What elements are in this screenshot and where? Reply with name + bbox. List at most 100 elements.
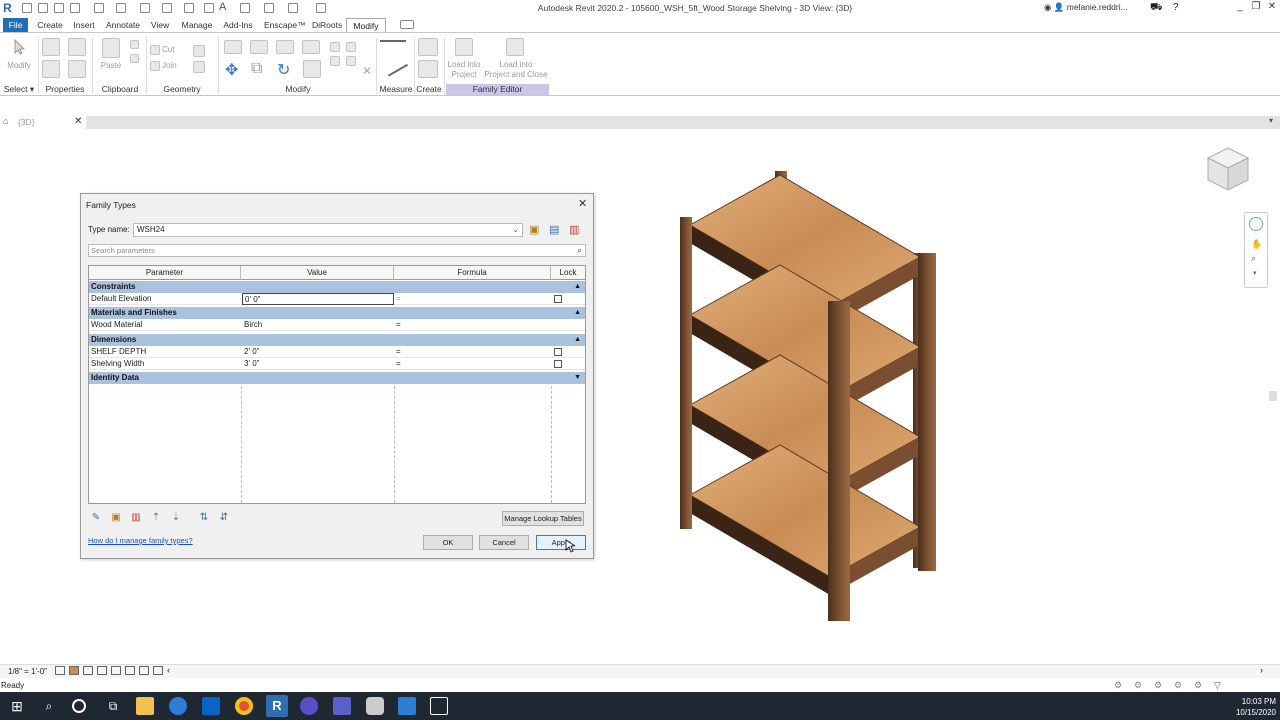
- modify-button-label[interactable]: Modify: [4, 61, 34, 70]
- reveal-hidden-icon[interactable]: [153, 666, 163, 675]
- close-window-button[interactable]: ✕: [1260, 1, 1280, 15]
- group-materials-finishes[interactable]: Materials and Finishes ▲: [89, 307, 585, 319]
- file-explorer-icon[interactable]: [136, 697, 154, 715]
- open-icon[interactable]: [22, 3, 32, 13]
- mirror-draw-icon[interactable]: [302, 40, 320, 54]
- formula-default-elevation[interactable]: =: [394, 293, 550, 305]
- tab-add-ins[interactable]: Add-Ins: [223, 18, 253, 32]
- switch-windows-icon[interactable]: [316, 3, 326, 13]
- undo-icon[interactable]: [94, 3, 104, 13]
- zoom-icon[interactable]: ⌕: [1251, 253, 1256, 264]
- create-group-icon[interactable]: [418, 60, 438, 78]
- collapse-icon[interactable]: ▲: [574, 334, 581, 346]
- copy-element-icon[interactable]: ⧉: [251, 60, 269, 78]
- modify-cursor-icon[interactable]: [9, 38, 27, 56]
- save-icon[interactable]: [54, 3, 64, 13]
- load-into-project-close-label[interactable]: Load into Project and Close: [482, 60, 550, 80]
- search-parameters-input[interactable]: Search parameters ⌕: [88, 244, 586, 257]
- collapse-icon[interactable]: ▲: [574, 281, 581, 293]
- expand-icon[interactable]: ▼: [574, 372, 581, 384]
- type-properties-icon[interactable]: [42, 60, 60, 78]
- cortana-icon[interactable]: [72, 699, 86, 713]
- 3d-view-icon[interactable]: [240, 3, 250, 13]
- header-lock[interactable]: Lock: [551, 266, 585, 280]
- tab-diroots[interactable]: DiRoots: [312, 18, 342, 32]
- revit-taskbar-icon[interactable]: R: [266, 695, 288, 717]
- ok-button[interactable]: OK: [423, 535, 473, 550]
- navigation-bar[interactable]: ✋ ⌕ ▾: [1244, 212, 1268, 288]
- scroll-left-icon[interactable]: ‹: [167, 665, 170, 675]
- user-area[interactable]: ◉ 👤 melanie.reddri...: [1044, 2, 1128, 16]
- split-icon[interactable]: [330, 42, 340, 52]
- task-view-icon[interactable]: ⧉: [104, 697, 122, 715]
- array-icon[interactable]: [346, 42, 356, 52]
- help-icon[interactable]: ?: [1173, 2, 1179, 13]
- tab-modify[interactable]: Modify: [346, 18, 386, 32]
- section-icon[interactable]: [264, 3, 274, 13]
- formula-shelf-depth[interactable]: =: [394, 346, 550, 358]
- group-constraints[interactable]: Constraints ▲: [89, 281, 585, 293]
- offset-icon[interactable]: [250, 40, 268, 54]
- vertical-scrollbar[interactable]: [1269, 391, 1277, 401]
- align-icon[interactable]: [224, 40, 242, 54]
- value-default-elevation[interactable]: 0' 0": [242, 293, 394, 305]
- windows-start-icon[interactable]: ⊞: [8, 697, 26, 715]
- header-formula[interactable]: Formula: [394, 266, 551, 280]
- family-types-icon[interactable]: [68, 38, 86, 56]
- delete-parameter-icon[interactable]: ▥: [129, 512, 143, 526]
- lock-checkbox[interactable]: [554, 295, 562, 303]
- load-into-project-close-icon[interactable]: [506, 38, 524, 56]
- scroll-right-icon[interactable]: ›: [1260, 665, 1263, 675]
- edit-parameter-icon[interactable]: ✎: [89, 512, 103, 526]
- dialog-close-icon[interactable]: ✕: [578, 197, 587, 210]
- split-face-icon[interactable]: [193, 61, 205, 73]
- pan-icon[interactable]: ✋: [1251, 239, 1262, 250]
- lock-checkbox[interactable]: [554, 348, 562, 356]
- match-icon[interactable]: [130, 54, 139, 63]
- scale-selector[interactable]: 1/8" = 1'-0": [8, 667, 47, 676]
- type-name-select[interactable]: WSH24 ⌄: [133, 223, 523, 237]
- tab-enscape[interactable]: Enscape™: [264, 18, 306, 32]
- dimension-icon[interactable]: [184, 3, 194, 13]
- design-options-icon[interactable]: ⚙: [1134, 680, 1142, 691]
- cut-geometry-icon[interactable]: [150, 45, 160, 55]
- visual-style-icon[interactable]: [69, 666, 79, 675]
- tab-create[interactable]: Create: [36, 18, 64, 32]
- temporary-hide-icon[interactable]: [139, 666, 149, 675]
- new-type-icon[interactable]: ▣: [529, 223, 543, 237]
- tag-icon[interactable]: [204, 3, 214, 13]
- paste-icon[interactable]: [102, 38, 120, 58]
- select-pinned-icon[interactable]: ⚙: [1194, 680, 1202, 691]
- table-row[interactable]: Wood Material Birch =: [89, 319, 585, 331]
- trim-extend-icon[interactable]: [303, 60, 321, 78]
- open-file-icon[interactable]: [38, 3, 48, 13]
- paste-label[interactable]: Paste: [97, 61, 125, 70]
- pin-icon[interactable]: [346, 56, 356, 66]
- lock-checkbox[interactable]: [554, 360, 562, 368]
- taskbar-search-icon[interactable]: ⌕: [40, 697, 58, 715]
- webex-icon[interactable]: [300, 697, 318, 715]
- collapse-icon[interactable]: ▲: [574, 307, 581, 319]
- search-icon[interactable]: ⌕: [577, 245, 582, 256]
- new-parameter-icon[interactable]: ▣: [109, 512, 123, 526]
- formula-wood-material[interactable]: =: [394, 319, 550, 331]
- text-icon[interactable]: A: [219, 1, 226, 13]
- wall-join-icon[interactable]: [193, 45, 205, 57]
- delete-icon[interactable]: ✕: [362, 64, 372, 78]
- rename-type-icon[interactable]: ▤: [549, 223, 563, 237]
- select-links-icon[interactable]: ⚙: [1154, 680, 1162, 691]
- header-parameter[interactable]: Parameter: [89, 266, 241, 280]
- scale-icon[interactable]: [330, 56, 340, 66]
- rotate-icon[interactable]: ↻: [277, 60, 295, 79]
- load-into-project-icon[interactable]: [455, 38, 473, 56]
- tab-file[interactable]: File: [3, 18, 28, 32]
- print-icon[interactable]: [140, 3, 150, 13]
- group-identity-data[interactable]: Identity Data ▼: [89, 372, 585, 384]
- steering-wheel-icon[interactable]: [1249, 217, 1263, 231]
- redo-icon[interactable]: [116, 3, 126, 13]
- tab-insert[interactable]: Insert: [72, 18, 96, 32]
- view-tab-3d[interactable]: ⌂ {3D} ✕: [0, 116, 86, 129]
- properties-icon[interactable]: [42, 38, 60, 56]
- move-up-icon[interactable]: ⇡: [149, 512, 163, 526]
- crop-view-icon[interactable]: [125, 666, 135, 675]
